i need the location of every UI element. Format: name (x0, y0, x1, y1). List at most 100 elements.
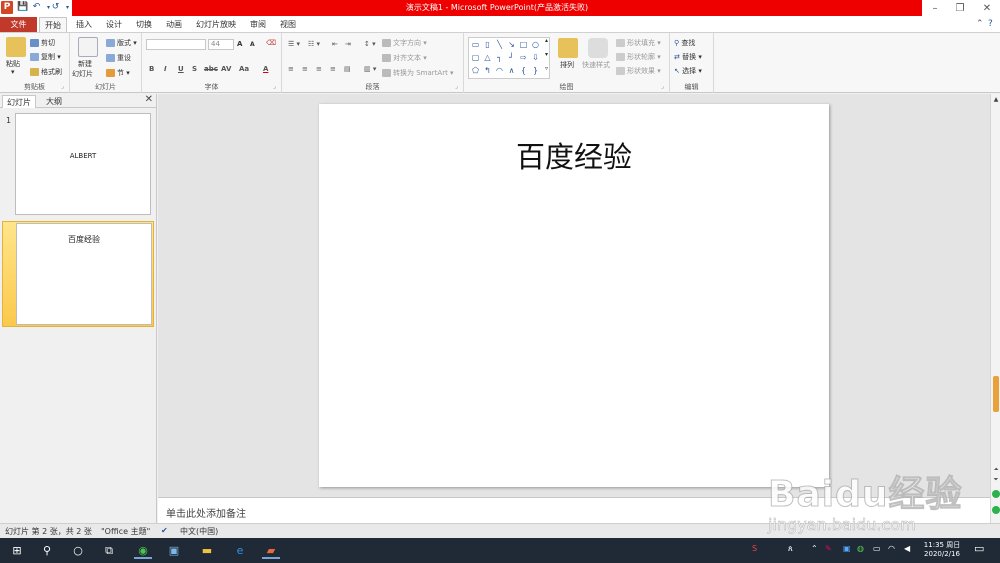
rectangle-shape-icon[interactable]: □ (519, 40, 528, 49)
section-button[interactable]: 节 ▾ (106, 68, 130, 78)
shrink-font-button[interactable]: A (250, 41, 255, 48)
browser-360-icon[interactable]: ◉ (134, 542, 152, 559)
cut-button[interactable]: 剪切 (30, 38, 55, 48)
arc-shape-icon[interactable]: ◠ (495, 66, 504, 75)
sogou-input-icon[interactable]: S (752, 544, 757, 553)
current-slide[interactable]: 百度经验 (319, 104, 829, 487)
line-shape-icon[interactable]: ╲ (495, 40, 504, 49)
paste-dropdown-icon[interactable]: ▾ (11, 68, 15, 76)
columns-icon[interactable]: ▥ ▾ (364, 65, 376, 73)
shape-outline-button[interactable]: 形状轮廓 ▾ (616, 52, 661, 62)
align-text-button[interactable]: 对齐文本 ▾ (382, 53, 427, 63)
align-center-icon[interactable]: ≡ (302, 65, 308, 73)
restore-button[interactable]: ❐ (947, 0, 973, 17)
font-launcher-icon[interactable]: ⌟ (273, 83, 276, 90)
tab-outline-pane[interactable]: 大纲 (42, 95, 66, 108)
bold-button[interactable]: B (149, 65, 154, 73)
powerpoint-app-icon[interactable]: P (1, 1, 13, 14)
scrollbar-thumb[interactable] (993, 376, 999, 412)
decrease-indent-icon[interactable]: ⇤ (332, 40, 338, 48)
slide-thumbnail-2[interactable]: 百度经验 (2, 221, 154, 327)
distribute-icon[interactable]: ▤ (344, 65, 351, 73)
left-brace-shape-icon[interactable]: { (519, 66, 528, 75)
vertical-textbox-shape-icon[interactable]: ▯ (483, 40, 492, 49)
grow-font-button[interactable]: A (237, 40, 242, 48)
notes-pane[interactable]: 单击此处添加备注 (158, 497, 990, 523)
language-status[interactable]: 中文(中国) (180, 526, 218, 537)
align-left-icon[interactable]: ≡ (288, 65, 294, 73)
save-icon[interactable]: 💾 (17, 1, 28, 14)
select-button[interactable]: ↖ 选择 ▾ (674, 66, 702, 76)
triangle-shape-icon[interactable]: △ (483, 53, 492, 62)
tab-file[interactable]: 文件 (0, 17, 37, 32)
text-direction-button[interactable]: 文字方向 ▾ (382, 38, 427, 48)
shapes-scroll-down-icon[interactable]: ▾ (545, 51, 548, 58)
down-arrow-shape-icon[interactable]: ⇩ (531, 53, 540, 62)
tab-slideshow[interactable]: 幻灯片放映 (192, 17, 240, 32)
underline-button[interactable]: U (178, 65, 184, 73)
italic-button[interactable]: I (164, 65, 167, 73)
help-icon[interactable]: ? (988, 19, 993, 29)
font-size-combo[interactable]: 44 (208, 39, 234, 50)
arrange-button[interactable]: 排列 (560, 60, 574, 70)
wechat-icon[interactable]: ◍ (857, 544, 864, 553)
shape-effects-button[interactable]: 形状效果 ▾ (616, 66, 661, 76)
textbox-shape-icon[interactable]: ▭ (471, 40, 480, 49)
task-view-icon[interactable]: ⧉ (100, 542, 118, 559)
battery-icon[interactable]: ▭ (873, 544, 881, 553)
drawing-launcher-icon[interactable]: ⌟ (661, 83, 664, 90)
strikethrough-button[interactable]: abc (204, 65, 218, 73)
right-arrow-shape-icon[interactable]: ⇨ (519, 53, 528, 62)
format-painter-button[interactable]: 格式刷 (30, 67, 62, 77)
search-icon[interactable]: ⚲ (38, 542, 56, 559)
freeform-shape-icon[interactable]: ↰ (483, 66, 492, 75)
layout-button[interactable]: 版式 ▾ (106, 38, 137, 48)
align-right-icon[interactable]: ≡ (316, 65, 322, 73)
shapes-gallery[interactable]: ▭ ▯ ╲ ↘ □ ○ ▢ △ ┐ ┘ ⇨ ⇩ ⬠ ↰ ◠ ∧ { } (468, 37, 550, 79)
tab-animations[interactable]: 动画 (160, 17, 188, 32)
new-slide-label-1[interactable]: 新建 (78, 59, 92, 69)
tab-slides-pane[interactable]: 幻灯片 (2, 95, 36, 108)
minimize-button[interactable]: – (922, 0, 948, 17)
next-slide-icon[interactable]: ⏷ (991, 476, 1000, 484)
find-button[interactable]: ⚲ 查找 (674, 38, 695, 48)
clear-formatting-icon[interactable]: ⌫ (266, 39, 276, 47)
elbow-connector-shape-icon[interactable]: ┐ (495, 53, 504, 62)
reset-button[interactable]: 重设 (106, 53, 131, 63)
side-green-indicator-icon[interactable] (992, 490, 1000, 498)
tab-transitions[interactable]: 切换 (130, 17, 158, 32)
text-shadow-button[interactable]: S (192, 65, 197, 73)
tab-review[interactable]: 审阅 (244, 17, 272, 32)
slide-title-textbox[interactable]: 百度经验 (319, 134, 829, 176)
new-slide-label-2[interactable]: 幻灯片 (72, 69, 93, 79)
font-color-button[interactable]: A (263, 65, 268, 73)
notes-placeholder[interactable]: 单击此处添加备注 (166, 505, 246, 520)
pentagon-shape-icon[interactable]: ⬠ (471, 66, 480, 75)
wifi-icon[interactable]: ◠ (888, 544, 895, 553)
previous-slide-icon[interactable]: ⏶ (991, 466, 1000, 474)
people-icon[interactable]: ጰ (788, 544, 793, 554)
shapes-more-icon[interactable]: ▿ (545, 65, 548, 72)
system-clock[interactable]: 11:35 周日 2020/2/16 (918, 541, 966, 559)
paste-icon[interactable] (6, 37, 26, 57)
tray-security-icon[interactable]: ▣ (843, 544, 851, 553)
oval-shape-icon[interactable]: ○ (531, 40, 540, 49)
spell-check-icon[interactable]: ✔ (161, 526, 168, 535)
tab-design[interactable]: 设计 (100, 17, 128, 32)
numbering-icon[interactable]: ☷ ▾ (308, 40, 320, 48)
powerpoint-taskbar-icon[interactable]: ▰ (262, 542, 280, 559)
close-button[interactable]: ✕ (974, 0, 1000, 17)
curve-shape-icon[interactable]: ∧ (507, 66, 516, 75)
file-explorer-icon[interactable]: ▬ (198, 542, 216, 559)
justify-icon[interactable]: ≡ (330, 65, 336, 73)
windows-start-icon[interactable]: ⊞ (8, 542, 26, 559)
minimize-ribbon-icon[interactable]: ⌃ (976, 19, 984, 29)
notification-center-icon[interactable]: ▭ (974, 542, 984, 555)
character-spacing-button[interactable]: AV (221, 65, 231, 73)
theme-status[interactable]: "Office 主题" (101, 526, 150, 537)
tab-home[interactable]: 开始 (39, 17, 67, 32)
redo-icon[interactable]: ↺ (50, 1, 61, 14)
slide-thumbnail-1[interactable]: ALBERT (2, 112, 154, 218)
bullets-icon[interactable]: ☰ ▾ (288, 40, 300, 48)
quick-styles-button[interactable]: 快速样式 (582, 60, 610, 70)
